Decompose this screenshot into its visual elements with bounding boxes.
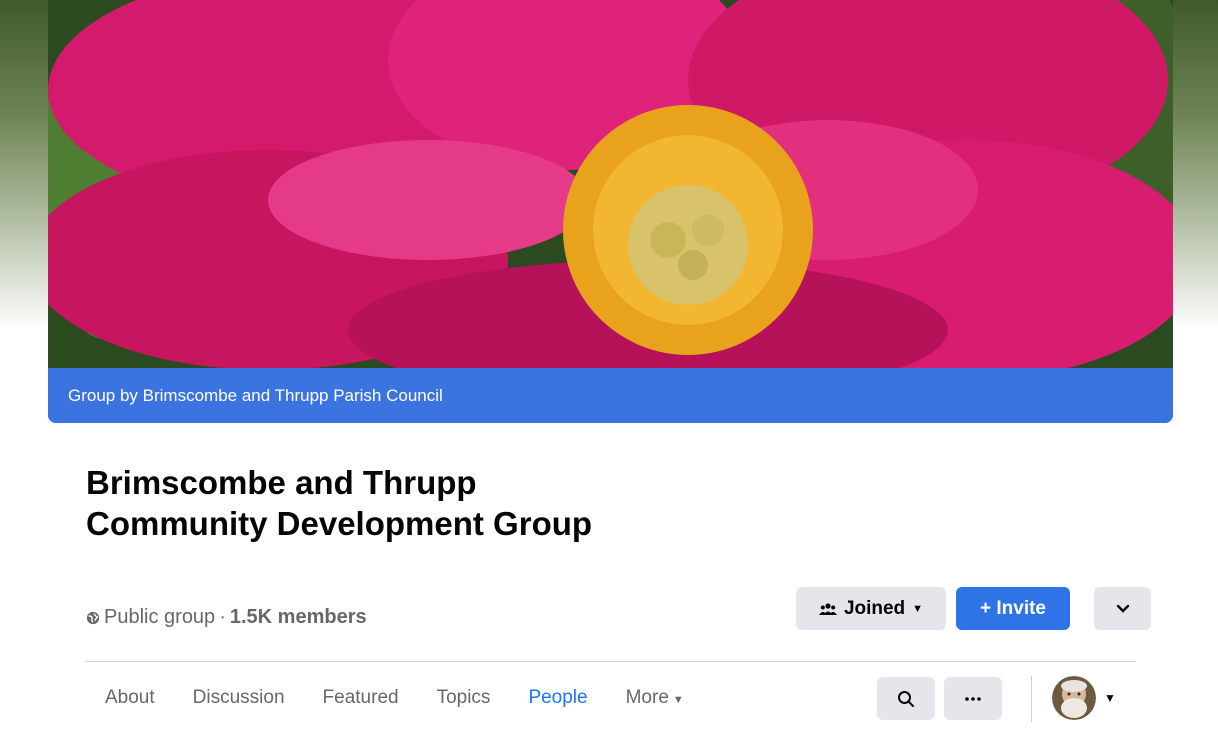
joined-label: Joined xyxy=(843,597,906,619)
tab-topics[interactable]: Topics xyxy=(418,674,510,722)
tab-about-label: About xyxy=(105,687,155,708)
search-icon xyxy=(898,690,914,707)
tab-discussion-label: Discussion xyxy=(192,687,285,708)
caret-down-icon: ▼ xyxy=(1104,691,1116,705)
caret-down-icon: ▼ xyxy=(672,694,684,706)
member-count[interactable]: 1.5K members xyxy=(230,606,367,629)
profile-switcher[interactable]: ▼ xyxy=(1052,676,1116,720)
chevron-down-icon xyxy=(1116,604,1129,613)
group-title[interactable]: Brimscombe and Thrupp Community Developm… xyxy=(86,462,606,544)
cover-banner[interactable]: Group by Brimscombe and Thrupp Parish Co… xyxy=(48,368,1173,423)
group-meta: Public group · 1.5K members xyxy=(86,606,367,629)
tab-featured-label: Featured xyxy=(322,687,399,708)
ellipsis-icon xyxy=(965,696,981,701)
privacy-label[interactable]: Public group xyxy=(104,606,215,629)
header-divider xyxy=(86,661,1136,662)
globe-icon xyxy=(86,611,100,624)
group-actions: Joined ▼ + Invite xyxy=(796,587,1151,630)
joined-button[interactable]: Joined ▼ xyxy=(796,587,946,630)
group-options-dropdown[interactable] xyxy=(1094,587,1151,630)
cover-photo-container[interactable]: Group by Brimscombe and Thrupp Parish Co… xyxy=(48,0,1173,423)
tab-more[interactable]: More ▼ xyxy=(607,674,703,722)
toolbar-separator xyxy=(1031,676,1032,722)
search-button[interactable] xyxy=(877,677,935,720)
invite-button[interactable]: + Invite xyxy=(956,587,1070,630)
meta-separator: · xyxy=(219,606,226,628)
tab-more-label: More xyxy=(625,687,669,708)
group-tabs: About Discussion Featured Topics People … xyxy=(86,674,703,722)
tab-featured[interactable]: Featured xyxy=(304,674,418,722)
tab-people[interactable]: People xyxy=(509,674,606,722)
avatar xyxy=(1052,676,1096,720)
cover-photo xyxy=(48,0,1173,368)
tab-topics-label: Topics xyxy=(436,687,491,708)
more-options-button[interactable] xyxy=(944,677,1002,720)
tab-about[interactable]: About xyxy=(86,674,174,722)
tab-people-label: People xyxy=(528,687,588,708)
tab-discussion[interactable]: Discussion xyxy=(174,674,304,722)
caret-down-icon: ▼ xyxy=(912,602,924,615)
group-people-icon xyxy=(818,602,837,615)
